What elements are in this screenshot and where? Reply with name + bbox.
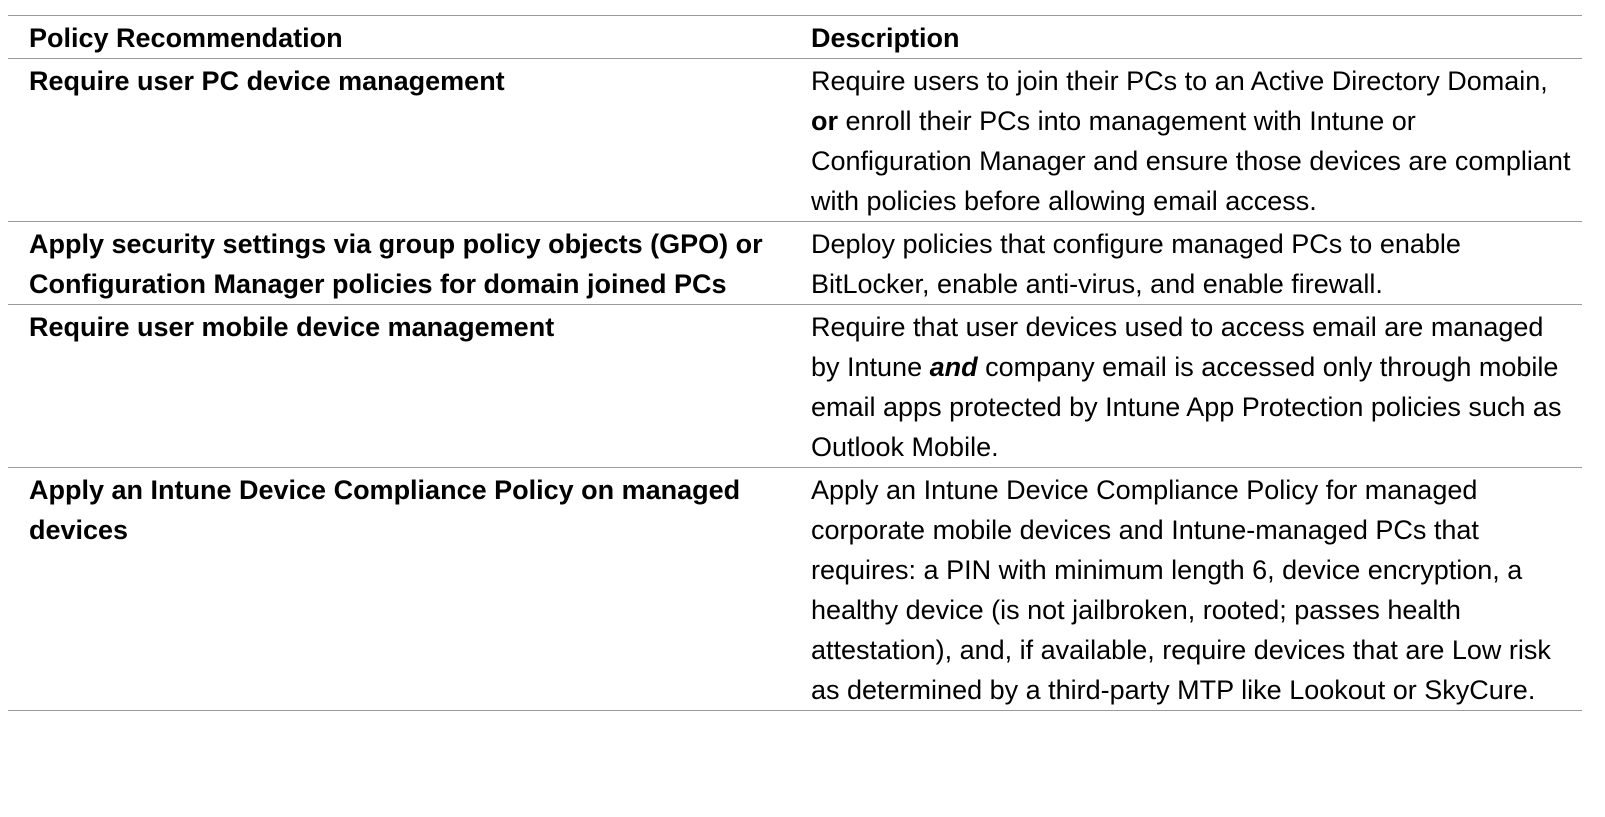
description-cell: Require that user devices used to access…: [790, 305, 1582, 468]
table-row: Require user mobile device management Re…: [8, 304, 1582, 468]
policy-cell: Require user PC device management: [29, 66, 505, 96]
policy-cell: Apply an Intune Device Compliance Policy…: [29, 475, 741, 545]
description-emphasis: or: [811, 106, 838, 136]
policy-table: Policy Recommendation Description Requir…: [8, 15, 1582, 711]
description-cell: Require users to join their PCs to an Ac…: [790, 59, 1582, 222]
table-row: Require user PC device management Requir…: [8, 58, 1582, 222]
table-header-row: Policy Recommendation Description: [8, 15, 1582, 59]
table-row: Apply security settings via group policy…: [8, 221, 1582, 305]
description-text: Require users to join their PCs to an Ac…: [811, 66, 1548, 96]
policy-cell: Apply security settings via group policy…: [29, 229, 763, 299]
description-emphasis: and: [929, 352, 978, 382]
description-cell: Deploy policies that configure managed P…: [811, 229, 1461, 299]
description-text: enroll their PCs into management with In…: [811, 106, 1571, 216]
column-header-description: Description: [811, 23, 960, 53]
policy-cell: Require user mobile device management: [29, 312, 555, 342]
description-cell: Apply an Intune Device Compliance Policy…: [811, 475, 1551, 705]
table-row: Apply an Intune Device Compliance Policy…: [8, 467, 1582, 711]
column-header-policy: Policy Recommendation: [29, 23, 343, 53]
